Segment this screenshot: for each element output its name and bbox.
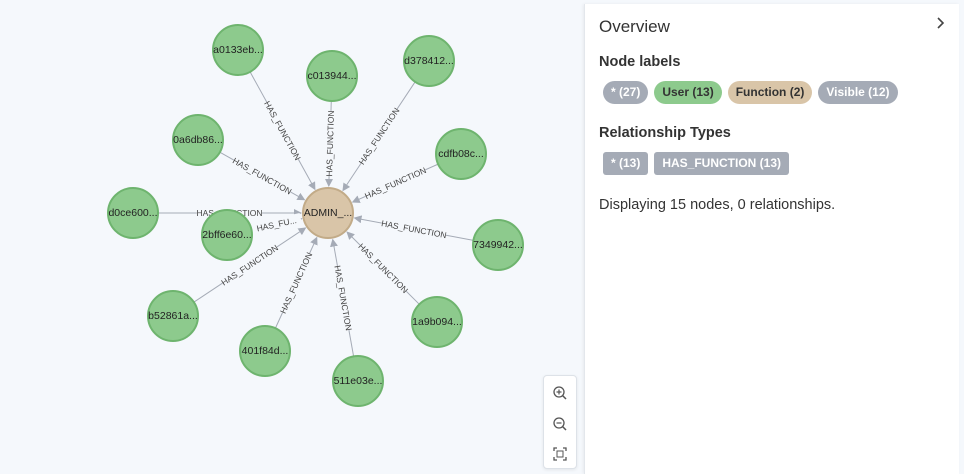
relationship-edge[interactable]: HAS_FUNCTION <box>219 151 306 201</box>
collapse-panel-button[interactable] <box>931 14 949 32</box>
user-node[interactable]: c013944... <box>306 50 358 102</box>
relationship-label: HAS_FUNCTION <box>332 265 353 332</box>
relationship-label: HAS_FUNCTION <box>231 155 294 196</box>
chevron-right-icon <box>937 17 945 29</box>
user-node[interactable]: 0a6db86... <box>172 114 224 166</box>
node-label: 1a9b094... <box>412 316 462 328</box>
relationship-edge[interactable]: HAS_FUNCTION <box>323 100 336 188</box>
function-node[interactable]: ADMIN_... <box>302 187 354 239</box>
user-node[interactable]: a0133eb... <box>212 24 264 76</box>
user-node[interactable]: 1a9b094... <box>411 296 463 348</box>
user-node[interactable]: d0ce600... <box>107 187 159 239</box>
relationship-label: HAS_FUNCTION <box>324 110 336 176</box>
zoom-out-button[interactable] <box>550 414 570 434</box>
node-label: d378412... <box>404 55 454 67</box>
node-label-pill-user[interactable]: User (13) <box>654 81 722 104</box>
fit-to-screen-icon <box>553 447 567 461</box>
relationship-label: HAS_FUNCTION <box>262 99 303 162</box>
node-label: b52861a... <box>148 310 198 322</box>
overview-panel: Overview Node labels * (27) User (13) Fu… <box>584 4 959 474</box>
relationship-type-pill-all[interactable]: * (13) <box>603 152 649 175</box>
relationship-types-list: * (13) HAS_FUNCTION (13) <box>603 152 790 175</box>
node-labels-list: * (27) User (13) Function (2) Visible (1… <box>603 81 898 104</box>
node-label: ADMIN_... <box>304 207 352 219</box>
node-label: 7349942... <box>473 239 523 251</box>
relationship-edge[interactable]: HAS_FUNCTION <box>274 236 318 329</box>
relationship-label: HAS_FUNCTION <box>363 165 427 201</box>
zoom-in-button[interactable] <box>550 383 570 403</box>
zoom-in-icon <box>553 386 567 400</box>
node-label-pill-visible[interactable]: Visible (12) <box>818 81 898 104</box>
relationship-edge[interactable]: HAS_FUNCTION <box>353 215 474 241</box>
user-node[interactable]: 511e03e... <box>332 355 384 407</box>
graph-canvas[interactable]: HAS_FUNCTION HAS_FUNCTION HAS_FUNCTION HAS_… <box>0 0 584 463</box>
node-label: d0ce600... <box>108 207 157 219</box>
panel-title: Overview <box>599 17 670 36</box>
user-node[interactable]: b52861a... <box>147 290 199 342</box>
node-label-pill-function[interactable]: Function (2) <box>727 81 813 104</box>
zoom-out-icon <box>553 417 567 431</box>
relationship-label: HAS_FUNCTION <box>357 106 402 167</box>
node-label: 401f84d... <box>242 345 289 357</box>
relationship-types-heading: Relationship Types <box>599 125 731 141</box>
relationship-edge[interactable]: HAS_FUNCTION <box>330 238 355 357</box>
node-label: 0a6db86... <box>173 134 223 146</box>
user-node[interactable]: 401f84d... <box>239 325 291 377</box>
node-label-pill-all[interactable]: * (27) <box>603 81 649 104</box>
relationship-edge[interactable]: HAS_FUNCTION <box>346 231 420 305</box>
user-node[interactable]: 2bff6e60... <box>201 209 253 261</box>
relationship-type-pill-has-function[interactable]: HAS_FUNCTION (13) <box>654 152 790 175</box>
node-label: c013944... <box>307 70 356 82</box>
node-label: 511e03e... <box>334 375 383 387</box>
node-label: a0133eb... <box>213 44 263 56</box>
node-labels-heading: Node labels <box>599 54 681 70</box>
graph-summary: Displaying 15 nodes, 0 relationships. <box>599 197 836 213</box>
node-label: cdfb08c... <box>438 148 484 160</box>
relationship-label: HAS_FUNCTION <box>356 241 410 295</box>
graph-visualization[interactable]: HAS_FUNCTION HAS_FUNCTION HAS_FUNCTIONHAS_… <box>0 0 584 463</box>
zoom-toolbar <box>543 375 577 469</box>
fit-to-screen-button[interactable] <box>550 444 570 464</box>
user-node[interactable]: 7349942... <box>472 219 524 271</box>
relationship-edge[interactable]: HAS_FUNCTION <box>351 163 439 203</box>
user-node[interactable]: d378412... <box>403 35 455 87</box>
user-node[interactable]: cdfb08c... <box>435 128 487 180</box>
relationship-label: HAS_FUNCTION <box>278 251 315 315</box>
node-label: 2bff6e60... <box>202 229 251 241</box>
relationship-label: HAS_FUNCTION <box>381 218 448 240</box>
